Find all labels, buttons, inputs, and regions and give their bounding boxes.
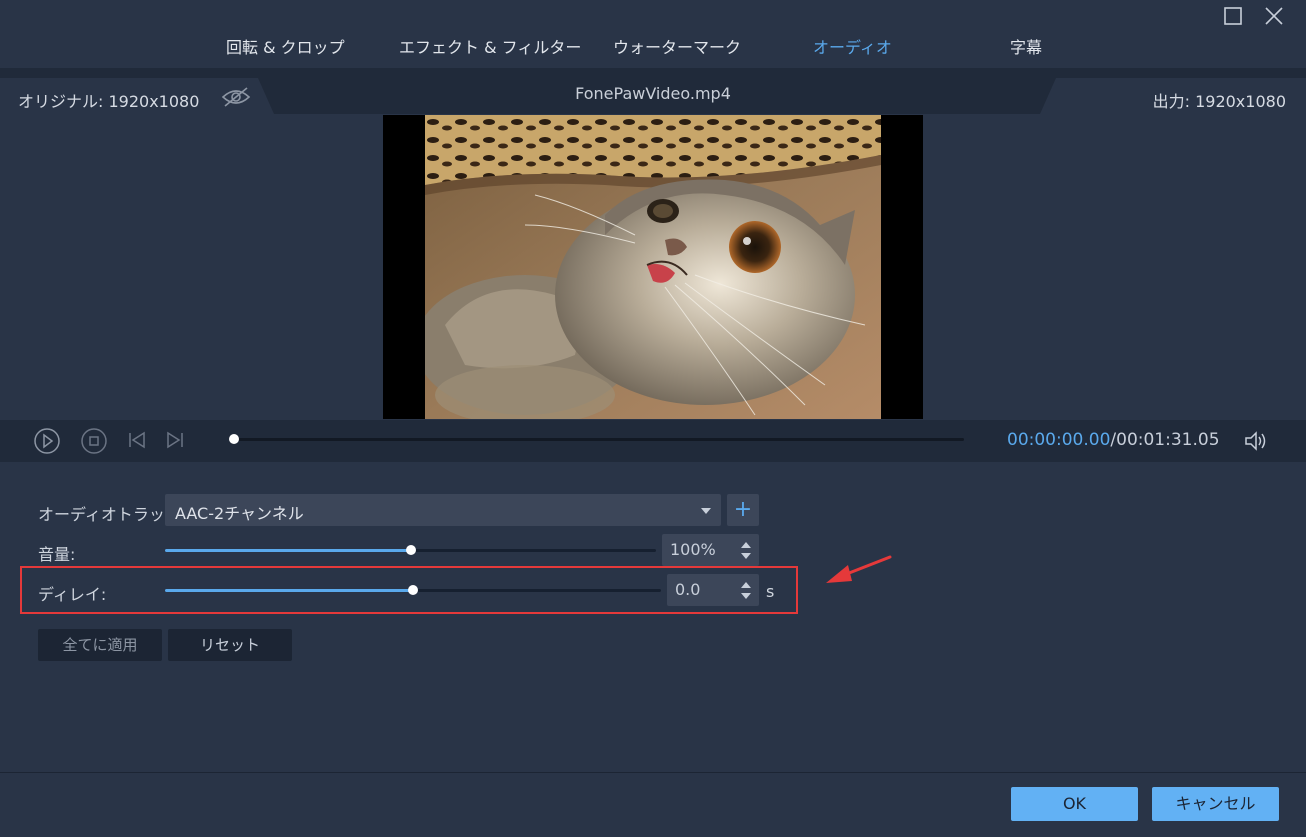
chevron-down-icon [701, 508, 711, 514]
delay-label: ディレイ: [38, 585, 107, 604]
maximize-icon[interactable] [1222, 5, 1244, 27]
time-readout: 00:00:00.00/00:01:31.05 [1007, 430, 1220, 450]
video-preview [383, 115, 923, 419]
volume-stepper[interactable]: 100% [662, 534, 759, 566]
file-name: FonePawVideo.mp4 [575, 84, 731, 103]
volume-slider[interactable] [165, 545, 656, 555]
reset-button[interactable]: リセット [168, 629, 292, 661]
footer-divider [0, 772, 1306, 773]
volume-down-icon[interactable] [741, 553, 751, 559]
tab-watermark[interactable]: ウォーターマーク [613, 34, 741, 58]
delay-slider[interactable] [165, 585, 661, 595]
audio-track-value: AAC-2チャンネル [175, 504, 304, 523]
progress-knob[interactable] [229, 434, 239, 444]
progress-track[interactable] [234, 438, 964, 441]
next-frame-icon[interactable] [164, 429, 186, 455]
delay-up-icon[interactable] [741, 582, 751, 588]
ok-button[interactable]: OK [1011, 787, 1138, 821]
top-bar: 回転 & クロップ エフェクト & フィルター ウォーターマーク オーディオ 字… [0, 0, 1306, 68]
delay-slider-thumb[interactable] [408, 585, 418, 595]
info-bar: オリジナル: 1920x1080 FonePawVideo.mp4 出力: 19… [0, 68, 1306, 114]
prev-frame-icon[interactable] [126, 429, 148, 455]
volume-slider-thumb[interactable] [405, 545, 416, 555]
delay-value: 0.0 [675, 580, 701, 599]
output-resolution: 出力: 1920x1080 [1152, 92, 1286, 111]
close-icon[interactable] [1263, 5, 1285, 27]
audio-track-select[interactable]: AAC-2チャンネル [165, 494, 721, 526]
apply-all-button[interactable]: 全てに適用 [38, 629, 162, 661]
delay-stepper[interactable]: 0.0 [667, 574, 759, 606]
arrow-annotation-icon [822, 553, 894, 589]
preview-area [0, 114, 1306, 420]
volume-slider-fill [165, 549, 411, 552]
add-audio-track-button[interactable]: + [727, 494, 759, 526]
delay-down-icon[interactable] [741, 593, 751, 599]
cancel-button[interactable]: キャンセル [1152, 787, 1279, 821]
volume-icon[interactable] [1243, 430, 1269, 456]
current-time: 00:00:00.00 [1007, 430, 1111, 450]
volume-value: 100% [670, 540, 716, 559]
playback-bar: 00:00:00.00/00:01:31.05 [0, 420, 1306, 462]
audio-editor-window: 回転 & クロップ エフェクト & フィルター ウォーターマーク オーディオ 字… [0, 0, 1306, 837]
total-time: 00:01:31.05 [1116, 430, 1220, 450]
tab-audio[interactable]: オーディオ [813, 34, 892, 58]
delay-slider-fill [165, 589, 413, 592]
tab-subtitle[interactable]: 字幕 [1010, 34, 1042, 58]
delay-unit: s [766, 582, 775, 601]
video-frame-image [425, 115, 881, 419]
volume-label: 音量: [38, 545, 76, 564]
stop-icon[interactable] [80, 427, 108, 459]
tab-rotate-crop[interactable]: 回転 & クロップ [226, 34, 345, 58]
tab-bar: 回転 & クロップ エフェクト & フィルター ウォーターマーク オーディオ 字… [0, 20, 1306, 60]
volume-up-icon[interactable] [741, 542, 751, 548]
tab-effect-filter[interactable]: エフェクト & フィルター [399, 34, 581, 58]
play-icon[interactable] [33, 427, 61, 459]
